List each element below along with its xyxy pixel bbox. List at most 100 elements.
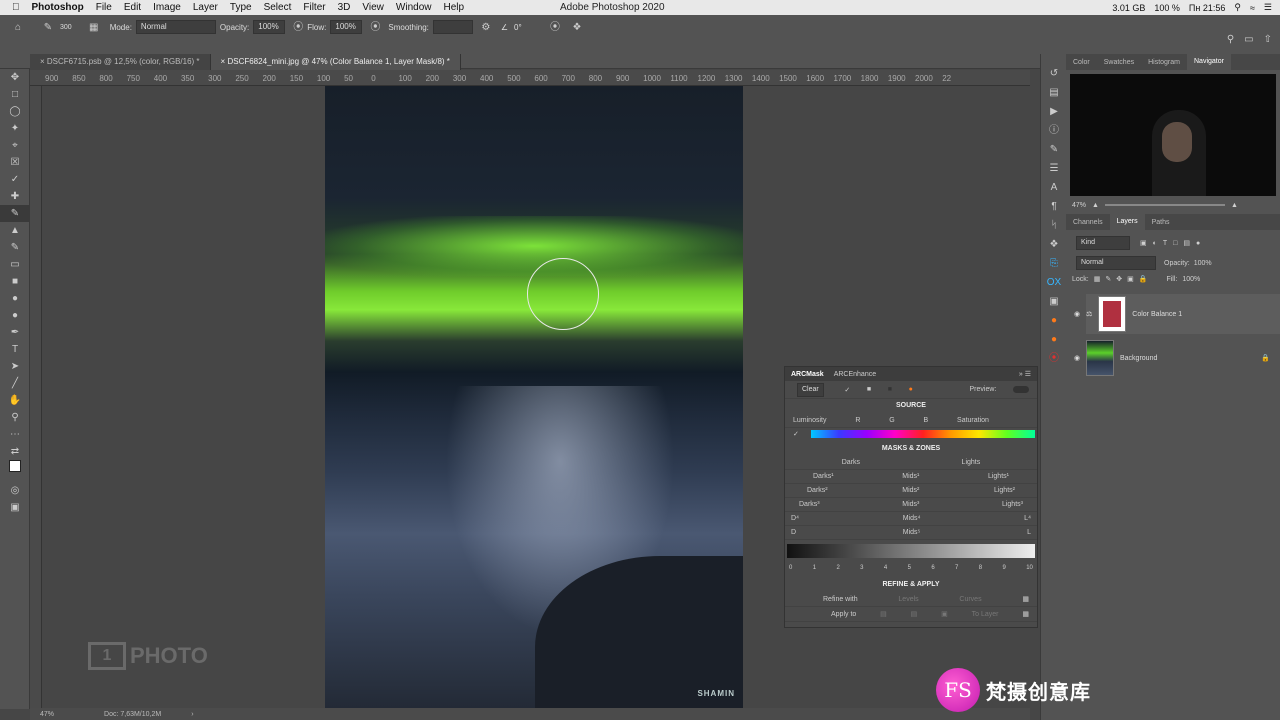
filter-type-icon[interactable]: T: [1163, 240, 1167, 247]
tab-dscf6824[interactable]: × DSCF6824_mini.jpg @ 47% (Color Balance…: [210, 54, 461, 70]
line-tool-icon[interactable]: ╱: [0, 375, 30, 392]
dodge-tool-icon[interactable]: ●: [0, 307, 30, 324]
plugin-ruler-icon[interactable]: ⎘: [1041, 254, 1067, 273]
search-icon[interactable]: ⚲: [1227, 34, 1234, 45]
plugin-ox-icon[interactable]: OX: [1041, 273, 1067, 292]
zone-mids-2[interactable]: Mids²: [902, 487, 919, 494]
zone-darks-2[interactable]: Darks²: [807, 487, 828, 494]
zone-number[interactable]: 9: [1002, 565, 1005, 571]
zone-number[interactable]: 6: [931, 565, 934, 571]
menu-layer[interactable]: Layer: [193, 2, 218, 13]
pressure-size-icon[interactable]: ⦿: [544, 19, 566, 36]
folder-dark-icon[interactable]: ■: [888, 386, 892, 393]
source-r[interactable]: R: [855, 417, 860, 424]
document-canvas[interactable]: SHAMIN: [325, 86, 743, 708]
screen-mode-icon[interactable]: ▣: [0, 499, 30, 516]
eraser-tool-icon[interactable]: ▭: [0, 256, 30, 273]
refine-icon[interactable]: ▦: [1022, 595, 1029, 603]
apply-levels-icon[interactable]: ▤: [880, 610, 887, 618]
apply-mask-icon[interactable]: ▣: [941, 610, 948, 618]
crop-tool-icon[interactable]: ⌖: [0, 137, 30, 154]
color-dot-icon[interactable]: ●: [909, 386, 913, 393]
zoom-out-icon[interactable]: ▲: [1092, 202, 1099, 209]
lock-all-icon[interactable]: 🔒: [1139, 275, 1148, 283]
workspace-icon[interactable]: ▭: [1244, 34, 1253, 45]
hue-spectrum[interactable]: [811, 430, 1035, 438]
source-b[interactable]: B: [924, 417, 929, 424]
gear-icon[interactable]: ⚙: [477, 19, 495, 36]
share-icon[interactable]: ⇧: [1264, 34, 1272, 45]
adjustments-icon[interactable]: ▤: [1041, 83, 1067, 102]
plugin-arc-enhance-icon[interactable]: ●: [1041, 330, 1067, 349]
quick-select-tool-icon[interactable]: ✦: [0, 120, 30, 137]
plugin-red-icon[interactable]: ⦿: [1041, 349, 1067, 368]
apple-icon[interactable]: : [12, 2, 20, 13]
wifi-icon[interactable]: ≈: [1250, 3, 1255, 13]
tab-paths[interactable]: Paths: [1145, 219, 1177, 226]
paragraph-icon[interactable]: ¶: [1041, 197, 1067, 216]
eyedropper-icon[interactable]: ✓: [844, 386, 850, 394]
tab-arcmask[interactable]: ARCMask: [791, 371, 824, 378]
brush-preset-icon[interactable]: ✎: [36, 19, 60, 36]
source-saturation[interactable]: Saturation: [957, 417, 989, 424]
tab-navigator[interactable]: Navigator: [1187, 54, 1231, 70]
navigator-preview[interactable]: [1070, 74, 1276, 196]
glyphs-icon[interactable]: ᛋ: [1041, 216, 1067, 235]
zoom-tool-icon[interactable]: ⚲: [0, 409, 30, 426]
zone-mids-5[interactable]: Mids⁵: [903, 529, 921, 536]
chevron-right-icon[interactable]: ›: [191, 711, 193, 718]
home-icon[interactable]: ⌂: [0, 19, 36, 36]
actions-play-icon[interactable]: ▶: [1041, 102, 1067, 121]
lock-move-icon[interactable]: ✥: [1116, 275, 1122, 283]
opacity-field[interactable]: 100%: [253, 20, 286, 34]
path-select-tool-icon[interactable]: ➤: [0, 358, 30, 375]
tab-channels[interactable]: Channels: [1066, 219, 1110, 226]
menu-type[interactable]: Type: [230, 2, 252, 13]
zone-lights-3[interactable]: Lights³: [1002, 501, 1023, 508]
zone-number[interactable]: 3: [860, 565, 863, 571]
lock-paint-icon[interactable]: ✎: [1105, 275, 1111, 283]
layer-mask-thumbnail[interactable]: [1098, 296, 1127, 332]
swap-colors-icon[interactable]: ⇄: [0, 443, 30, 460]
zoom-slider[interactable]: [1104, 204, 1225, 206]
luminosity-gradient[interactable]: [787, 544, 1035, 558]
eyedropper-tool-icon[interactable]: ✓: [0, 171, 30, 188]
layer-opacity-value[interactable]: 100%: [1194, 260, 1212, 267]
kind-filter[interactable]: Kind: [1076, 236, 1130, 250]
folder-icon[interactable]: ■: [867, 386, 871, 393]
zone-mids-1[interactable]: Mids¹: [902, 473, 919, 480]
zoom-level[interactable]: 47%: [40, 711, 54, 718]
zone-l-4[interactable]: L⁴: [1024, 515, 1031, 522]
tab-dscf6715[interactable]: × DSCF6715.psb @ 12,5% (color, RGB/16) *: [30, 54, 211, 70]
eye-icon[interactable]: ◉: [1074, 310, 1080, 318]
zone-lights[interactable]: Lights: [962, 459, 981, 466]
filter-toggle-icon[interactable]: ●: [1196, 240, 1200, 247]
layer-color-balance[interactable]: ◉ ⚖ Color Balance 1: [1074, 294, 1280, 334]
zone-mids-3[interactable]: Mids³: [902, 501, 919, 508]
pen-tool-icon[interactable]: ✒: [0, 324, 30, 341]
mode-select[interactable]: Normal: [135, 20, 216, 34]
navigator-icon[interactable]: ❖: [1041, 235, 1067, 254]
close-icon[interactable]: ×: [40, 57, 47, 66]
zone-number[interactable]: 10: [1026, 565, 1033, 571]
filter-pixel-icon[interactable]: ▣: [1140, 239, 1147, 247]
move-tool-icon[interactable]: ✥: [0, 69, 30, 86]
zoom-in-icon[interactable]: ▲: [1231, 202, 1238, 209]
properties-icon[interactable]: ☰: [1041, 159, 1067, 178]
menu-select[interactable]: Select: [264, 2, 292, 13]
gradient-tool-icon[interactable]: ■: [0, 273, 30, 290]
zone-lights-2[interactable]: Lights²: [994, 487, 1015, 494]
to-layer-button[interactable]: To Layer: [972, 611, 999, 618]
zone-number[interactable]: 8: [979, 565, 982, 571]
search-icon[interactable]: ⚲: [1234, 2, 1241, 13]
navigator-zoom[interactable]: 47%: [1072, 202, 1086, 209]
filter-adjust-icon[interactable]: ◐: [1153, 240, 1157, 247]
smoothing-field[interactable]: [432, 20, 473, 34]
brush-tool-icon[interactable]: ✎: [0, 205, 30, 222]
lock-artboard-icon[interactable]: ▣: [1127, 275, 1134, 283]
zone-darks-1[interactable]: Darks¹: [813, 473, 834, 480]
menu-3d[interactable]: 3D: [338, 2, 351, 13]
history-brush-icon[interactable]: ✎: [0, 239, 30, 256]
eye-icon[interactable]: ◉: [1074, 354, 1080, 362]
zone-number[interactable]: 1: [813, 565, 816, 571]
